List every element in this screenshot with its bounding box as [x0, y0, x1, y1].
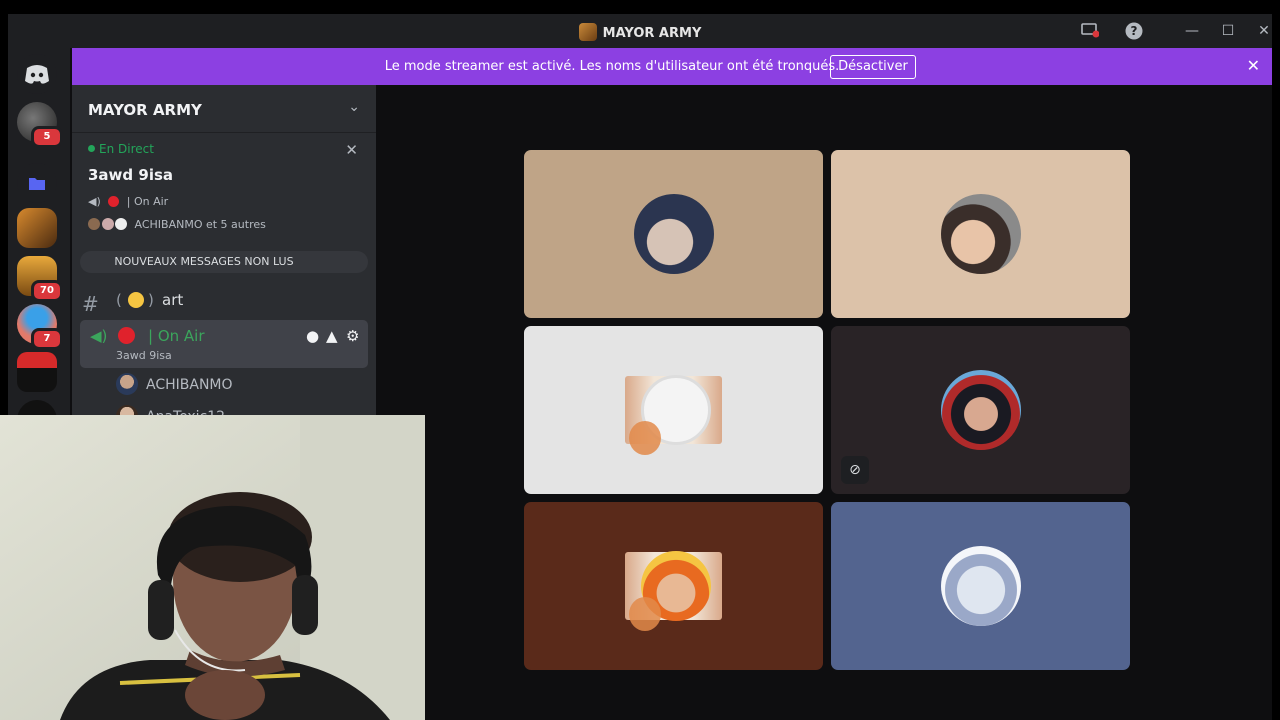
video-tile[interactable]: [524, 150, 823, 318]
live-activity: ◀) | On Air: [88, 195, 168, 208]
red-dot-icon: [118, 327, 135, 344]
avatar: [116, 373, 138, 395]
avatar: [101, 218, 114, 230]
video-tile[interactable]: [831, 150, 1130, 318]
unread-messages-pill[interactable]: NOUVEAUX MESSAGES NON LUS: [80, 251, 368, 273]
red-dot-icon: [108, 196, 120, 207]
avatar: [115, 218, 127, 230]
video-tile[interactable]: [524, 326, 823, 494]
live-dot: [88, 145, 95, 152]
activity-icon[interactable]: ▲: [326, 327, 338, 345]
live-participants[interactable]: ACHIBANMO et 5 autres: [88, 218, 266, 231]
banner-message: Le mode streamer est activé. Les noms d'…: [384, 59, 840, 74]
server-name: MAYOR ARMY: [88, 101, 202, 119]
live-status: En Direct: [88, 142, 358, 156]
voice-channel-on-air[interactable]: ◀) | On Air 3awd 9isa ● ▲ ⚙: [80, 320, 368, 368]
emoji-icon: [128, 292, 144, 308]
close-window-icon[interactable]: ✕: [1254, 22, 1272, 40]
disable-streamer-button[interactable]: Désactiver: [830, 55, 916, 79]
folder-icon[interactable]: [17, 163, 57, 203]
video-tile[interactable]: ⊘: [831, 326, 1130, 494]
participant-avatar: [941, 370, 1021, 450]
speaker-icon: ◀): [90, 327, 108, 345]
video-tile[interactable]: [831, 502, 1130, 670]
chat-bubble-icon[interactable]: ●: [306, 327, 319, 345]
server-pc[interactable]: 70: [17, 256, 63, 302]
channel-prefix: (: [116, 291, 122, 309]
webcam-overlay: [0, 415, 425, 720]
participants-text: ACHIBANMO et 5 autres: [134, 218, 266, 231]
live-panel: En Direct ✕ 3awd 9isa ◀) | On Air ACHIBA…: [88, 141, 358, 231]
participant-avatar: [941, 194, 1021, 274]
help-icon[interactable]: ?: [1124, 22, 1144, 40]
live-activity-text: | On Air: [126, 195, 169, 208]
mention-badge: 70: [31, 280, 63, 302]
server-gang[interactable]: [17, 352, 57, 392]
live-channel-name[interactable]: 3awd 9isa: [88, 166, 173, 184]
camera-off-icon: ⊘: [841, 456, 869, 484]
close-banner-icon[interactable]: ✕: [1247, 56, 1260, 75]
channel-art[interactable]: # ( ) art: [80, 287, 368, 319]
window-title-text: MAYOR ARMY: [602, 26, 702, 41]
mention-badge: 7: [31, 328, 63, 350]
voice-channel-name: | On Air: [148, 327, 205, 345]
sticker-icon: [629, 597, 661, 631]
channel-name: art: [162, 291, 184, 309]
server-avatar[interactable]: 7: [17, 304, 63, 350]
dm-avatar[interactable]: 5: [17, 102, 63, 148]
speaker-icon: ◀): [88, 195, 101, 208]
member-name: ACHIBANMO: [146, 377, 233, 393]
svg-text:?: ?: [1131, 24, 1138, 38]
video-tile[interactable]: [524, 502, 823, 670]
gear-icon[interactable]: ⚙: [346, 327, 359, 345]
server-icon: [578, 23, 597, 41]
sticker-icon: [629, 421, 661, 455]
mention-badge: 5: [31, 126, 63, 148]
participant-avatar: [941, 546, 1021, 626]
participant-avatar: [634, 194, 714, 274]
voice-member[interactable]: ACHIBANMO: [116, 373, 233, 399]
channel-suffix: ): [148, 291, 154, 309]
voice-channel-subtitle: 3awd 9isa: [116, 349, 172, 362]
close-live-icon[interactable]: ✕: [345, 141, 358, 159]
discord-logo-icon[interactable]: [17, 54, 57, 94]
streamer-mode-banner: Le mode streamer est activé. Les noms d'…: [72, 48, 1272, 85]
server-mayor-army[interactable]: [17, 208, 57, 248]
server-header[interactable]: MAYOR ARMY ⌄: [72, 85, 376, 133]
live-status-text: En Direct: [99, 142, 154, 156]
avatar: [88, 218, 100, 230]
unread-text: NOUVEAUX MESSAGES NON LUS: [114, 255, 294, 268]
minimize-icon[interactable]: —: [1182, 22, 1202, 40]
screen-share-icon[interactable]: [1080, 22, 1100, 40]
title-bar: MAYOR ARMY ? — ☐ ✕: [8, 14, 1272, 48]
chevron-down-icon[interactable]: ⌄: [348, 99, 360, 115]
hash-icon: #: [82, 292, 99, 316]
maximize-icon[interactable]: ☐: [1218, 22, 1238, 40]
